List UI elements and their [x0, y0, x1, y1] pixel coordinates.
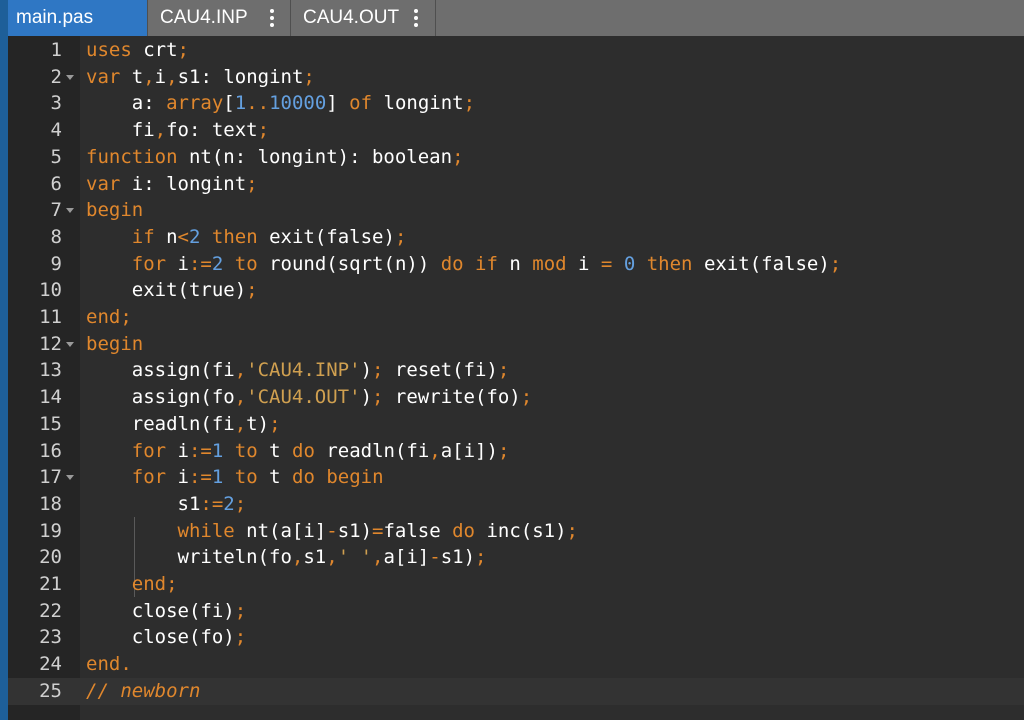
fold-arrow-icon[interactable]	[66, 208, 74, 214]
line-number: 24	[39, 653, 62, 676]
code-text: if n<2 then exit(false);	[131, 225, 407, 248]
code-text: for i:=1 to t do begin	[131, 466, 384, 489]
code-text: a: array[1..10000] of longint;	[86, 92, 476, 115]
code-text: var t,i,s1: longint;	[86, 65, 315, 88]
line-number: 19	[39, 519, 62, 542]
code-text: assign(fo,'CAU4.OUT'); rewrite(fo);	[86, 386, 533, 409]
code-line[interactable]: 16 for i:=1 to t do readln(fi,a[i]);	[8, 438, 1024, 465]
line-number: 8	[50, 225, 62, 248]
code-text: exit(true);	[86, 279, 258, 302]
tab-main-pas[interactable]: main.pas	[8, 0, 148, 36]
code-line[interactable]: 13 assign(fi,'CAU4.INP'); reset(fi);	[8, 357, 1024, 384]
tab-cau4-inp[interactable]: CAU4.INP	[148, 0, 291, 36]
code-line[interactable]: 1 uses crt;	[8, 37, 1024, 64]
code-line[interactable]: 6 var i: longint;	[8, 171, 1024, 198]
tab-bar: main.pas CAU4.INP CAU4.OUT	[8, 0, 1024, 36]
line-number: 4	[50, 119, 62, 142]
code-text: close(fo);	[86, 626, 247, 649]
code-text: function nt(n: longint): boolean;	[86, 145, 464, 168]
code-text: assign(fi,'CAU4.INP'); reset(fi);	[86, 359, 510, 382]
fold-arrow-icon[interactable]	[66, 74, 74, 80]
line-number: 15	[39, 412, 62, 435]
code-line[interactable]: 23 close(fo);	[8, 624, 1024, 651]
code-line[interactable]: 10 exit(true);	[8, 277, 1024, 304]
code-line[interactable]: 19 while nt(a[i]-s1)=false do inc(s1);	[8, 518, 1024, 545]
code-line[interactable]: 8 if n<2 then exit(false);	[8, 224, 1024, 251]
kebab-menu-icon[interactable]	[270, 9, 274, 27]
code-line[interactable]: 25 // newborn	[8, 677, 1024, 705]
fold-arrow-icon[interactable]	[66, 341, 74, 347]
code-line[interactable]: 5 function nt(n: longint): boolean;	[8, 144, 1024, 171]
code-text: begin	[86, 332, 144, 355]
code-text: readln(fi,t);	[86, 412, 281, 435]
code-text: for i:=2 to round(sqrt(n)) do if n mod i…	[131, 252, 842, 275]
code-text: // newborn	[86, 679, 201, 702]
line-number: 2	[50, 65, 62, 88]
code-text: for i:=1 to t do readln(fi,a[i]);	[131, 439, 510, 462]
code-text: close(fi);	[86, 599, 247, 622]
tab-label: CAU4.INP	[160, 7, 248, 28]
line-number: 14	[39, 386, 62, 409]
code-text: while nt(a[i]-s1)=false do inc(s1);	[177, 519, 578, 542]
code-text: s1:=2;	[86, 492, 247, 515]
code-line[interactable]: 24 end.	[8, 651, 1024, 678]
tab-label: CAU4.OUT	[303, 7, 400, 28]
line-number: 9	[50, 252, 62, 275]
line-number: 12	[39, 332, 62, 355]
line-number: 20	[39, 546, 62, 569]
code-editor[interactable]: 1 uses crt; 2 var t,i,s1: longint; 3 a: arra…	[8, 36, 1024, 720]
code-line[interactable]: 7 begin	[8, 197, 1024, 224]
code-line[interactable]: 21 end;	[8, 571, 1024, 598]
code-line[interactable]: 20 writeln(fo,s1,' ',a[i]-s1);	[8, 544, 1024, 571]
code-line[interactable]: 4 fi,fo: text;	[8, 117, 1024, 144]
line-number: 13	[39, 359, 62, 382]
line-number: 10	[39, 279, 62, 302]
fold-arrow-icon[interactable]	[66, 475, 74, 481]
code-text: var i: longint;	[86, 172, 258, 195]
tab-cau4-out[interactable]: CAU4.OUT	[291, 0, 436, 36]
line-number: 6	[50, 172, 62, 195]
tab-label: main.pas	[16, 7, 94, 28]
line-number: 18	[39, 492, 62, 515]
code-text: end;	[131, 573, 178, 595]
code-line[interactable]: 3 a: array[1..10000] of longint;	[8, 90, 1024, 117]
code-line[interactable]: 17 for i:=1 to t do begin	[8, 464, 1024, 491]
line-number: 11	[39, 306, 62, 328]
code-text: end.	[86, 653, 132, 676]
code-line[interactable]: 14 assign(fo,'CAU4.OUT'); rewrite(fo);	[8, 384, 1024, 411]
line-number: 5	[50, 145, 62, 168]
line-number: 21	[39, 573, 62, 595]
line-number: 23	[39, 626, 62, 649]
code-line[interactable]: 22 close(fi);	[8, 598, 1024, 625]
kebab-menu-icon[interactable]	[414, 9, 418, 27]
line-number: 3	[50, 92, 62, 115]
line-number: 25	[39, 679, 62, 702]
code-text: end;	[86, 306, 132, 328]
code-text: writeln(fo,s1,' ',a[i]-s1);	[86, 546, 487, 569]
code-text: uses crt;	[86, 39, 189, 61]
line-number: 16	[39, 439, 62, 462]
line-number: 1	[50, 39, 62, 61]
left-edge-strip	[0, 0, 8, 720]
code-line[interactable]: 18 s1:=2;	[8, 491, 1024, 518]
code-text: fi,fo: text;	[86, 119, 270, 142]
code-text: begin	[86, 199, 144, 222]
line-number: 7	[50, 199, 62, 222]
code-line[interactable]: 12 begin	[8, 331, 1024, 358]
line-number: 17	[39, 466, 62, 489]
code-line[interactable]: 11 end;	[8, 304, 1024, 331]
code-line[interactable]: 9 for i:=2 to round(sqrt(n)) do if n mod…	[8, 251, 1024, 278]
code-line[interactable]: 15 readln(fi,t);	[8, 411, 1024, 438]
line-number: 22	[39, 599, 62, 622]
code-line[interactable]: 2 var t,i,s1: longint;	[8, 64, 1024, 91]
